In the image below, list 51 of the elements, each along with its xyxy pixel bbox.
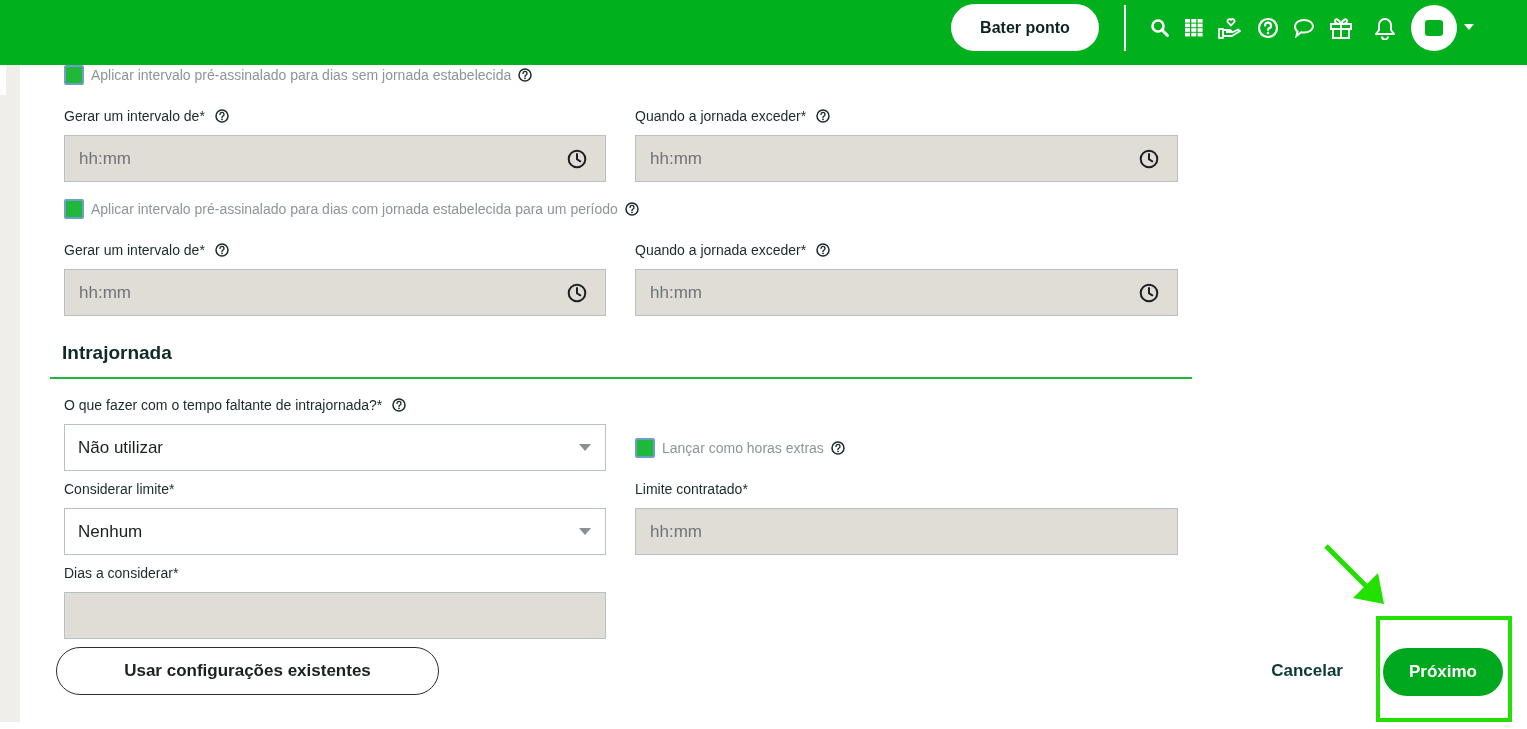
days-input[interactable] — [64, 592, 606, 639]
search-icon[interactable] — [1150, 17, 1170, 38]
user-avatar[interactable] — [1411, 4, 1457, 51]
checkbox[interactable] — [64, 65, 84, 85]
help-icon[interactable] — [816, 109, 831, 123]
time-input[interactable]: hh:mm — [635, 135, 1178, 182]
missing-time-select[interactable]: Não utilizar — [64, 424, 606, 471]
hand-heart-icon[interactable] — [1218, 16, 1242, 39]
field-label: Limite contratado* — [635, 481, 748, 497]
field-label: Quando a jornada exceder* — [635, 108, 807, 124]
time-input[interactable]: hh:mm — [635, 269, 1178, 316]
dropdown-caret-icon — [579, 444, 591, 451]
clock-icon[interactable] — [567, 148, 587, 169]
clock-icon[interactable] — [1139, 282, 1159, 303]
dropdown-caret-icon — [579, 528, 591, 535]
field-label: Gerar um intervalo de* — [64, 108, 205, 124]
checkbox[interactable] — [635, 437, 655, 458]
clock-in-button[interactable]: Bater ponto — [951, 4, 1099, 51]
field-label: Gerar um intervalo de* — [64, 242, 205, 258]
field-label: Quando a jornada exceder* — [635, 242, 807, 258]
apps-grid-icon[interactable] — [1185, 18, 1203, 37]
clock-icon[interactable] — [567, 282, 587, 303]
chat-icon[interactable] — [1293, 17, 1315, 38]
time-input[interactable]: hh:mm — [64, 135, 606, 182]
section-title: Intrajornada — [62, 342, 173, 365]
limit-select[interactable]: Nenhum — [64, 508, 606, 555]
field-label: Considerar limite* — [64, 481, 175, 497]
checkbox-label: Aplicar intervalo pré-assinalado para dias sem jornada estabelecida — [91, 67, 512, 83]
checkbox-label: Lançar como horas extras — [662, 439, 824, 456]
help-icon[interactable] — [214, 109, 229, 123]
field-label: O que fazer com o tempo faltante de intrajornada?* — [64, 397, 383, 413]
notification-bell-icon[interactable] — [1374, 15, 1396, 40]
checkbox[interactable] — [64, 199, 84, 219]
help-icon[interactable] — [214, 243, 229, 257]
help-icon[interactable] — [816, 243, 831, 257]
time-input[interactable]: hh:mm — [635, 508, 1178, 555]
help-icon[interactable] — [830, 440, 845, 455]
gift-icon[interactable] — [1329, 15, 1353, 40]
logo-icon — [1425, 19, 1443, 36]
field-label: Dias a considerar* — [64, 565, 179, 581]
caret-icon[interactable] — [1464, 23, 1474, 30]
checkbox-label: Aplicar intervalo pré-assinalado para dias com jornada estabelecida para um período — [91, 201, 618, 217]
help-icon[interactable] — [518, 68, 533, 82]
next-button[interactable]: Próximo — [1383, 648, 1503, 696]
clock-icon[interactable] — [1139, 148, 1159, 169]
help-icon[interactable] — [392, 398, 407, 412]
help-icon[interactable] — [624, 202, 639, 216]
use-existing-settings-button[interactable]: Usar configurações existentes — [56, 647, 439, 695]
annotation-arrow — [1324, 544, 1386, 606]
time-input[interactable]: hh:mm — [64, 269, 606, 316]
cancel-button[interactable]: Cancelar — [1265, 660, 1349, 682]
